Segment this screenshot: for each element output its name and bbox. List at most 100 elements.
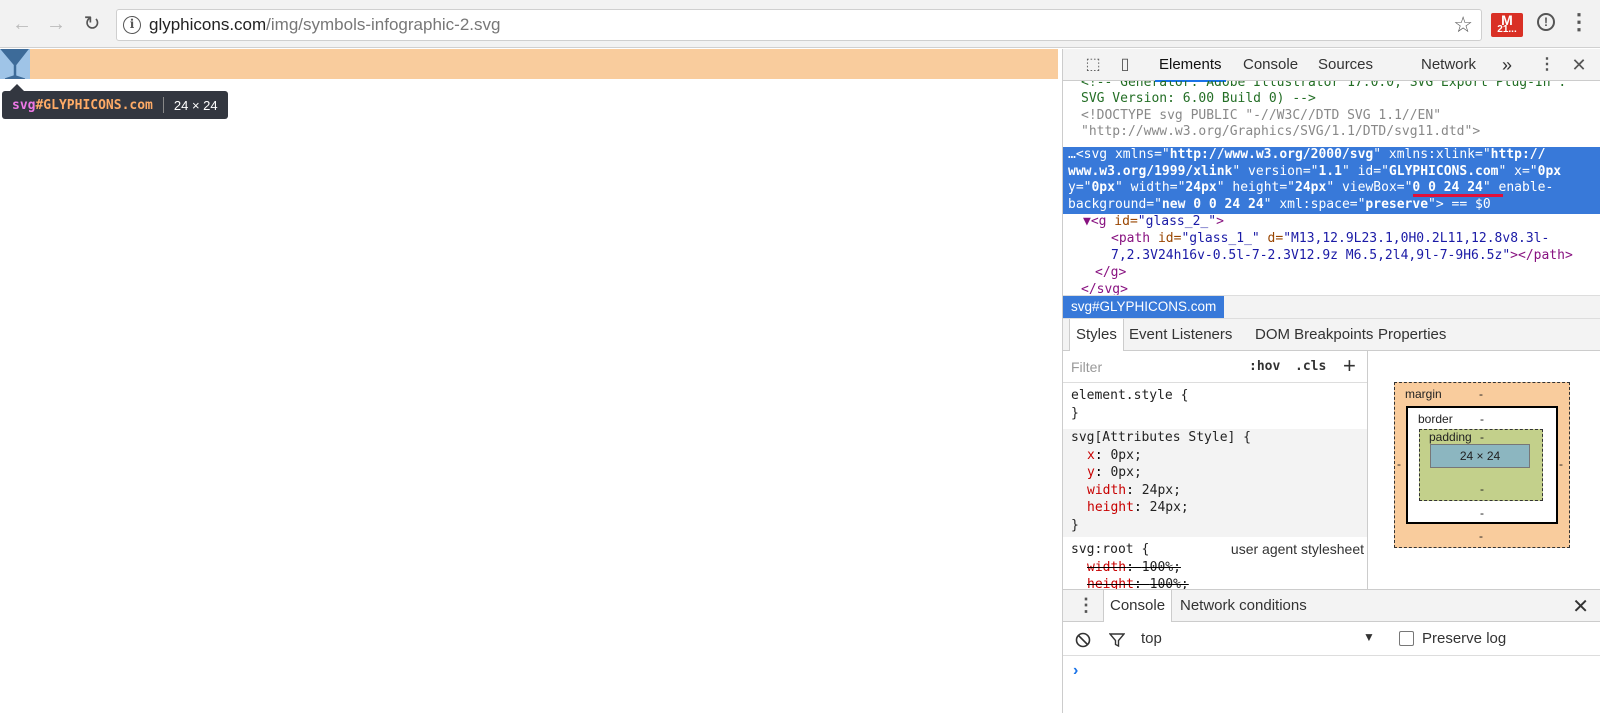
tooltip-separator xyxy=(162,97,164,113)
path-close-tag: ></path> xyxy=(1510,248,1573,263)
box-model-padding[interactable]: padding - - 24 × 24 xyxy=(1419,429,1543,501)
drawer-kebab-icon[interactable]: ⋮ xyxy=(1077,595,1095,616)
devtools-toolbar: ⬚ ▯ Elements Console Sources Network » ⋮… xyxy=(1063,49,1600,82)
kebab-icon[interactable]: ⋮ xyxy=(1568,11,1590,33)
margin-label: margin xyxy=(1405,387,1442,401)
decl-x-prop: x xyxy=(1087,447,1095,463)
decl-width2-value: 100%; xyxy=(1141,559,1181,575)
decl-height-struck[interactable]: height: 100%; xyxy=(1071,576,1367,589)
padding-bottom-value[interactable]: - xyxy=(1480,482,1484,496)
box-model-border[interactable]: border - - padding - - 24 × 24 xyxy=(1406,406,1558,524)
comment-line-1[interactable]: <!-- Generator: Adobe Illustrator 17.0.0… xyxy=(1081,81,1566,92)
element-style-rule[interactable]: element.style { } xyxy=(1063,387,1367,422)
forward-icon[interactable]: → xyxy=(44,12,68,36)
path-node-line-1[interactable]: <path id="glass_1_" d="M13,12.9L23.1,0H0… xyxy=(1111,231,1549,248)
decl-x[interactable]: x: 0px; xyxy=(1071,447,1367,465)
margin-bottom-value[interactable]: - xyxy=(1479,529,1483,543)
reload-icon[interactable]: ↻ xyxy=(80,12,104,36)
preserve-log-checkbox[interactable] xyxy=(1399,631,1414,646)
clear-console-icon[interactable] xyxy=(1075,632,1091,648)
path-node-line-2[interactable]: 7,2.3V24h16v-0.5l-7-2.3V12.9z M6.5,2l4,9… xyxy=(1111,248,1573,265)
close-drawer-icon[interactable]: ✕ xyxy=(1572,594,1589,619)
path-tag: <path xyxy=(1111,231,1151,246)
x-attr: " x=" xyxy=(1498,163,1538,179)
cls-toggle[interactable]: .cls xyxy=(1295,359,1326,374)
box-model-content[interactable]: 24 × 24 xyxy=(1430,444,1530,468)
g-node[interactable]: ▼<g id="glass_2_"> xyxy=(1083,214,1224,231)
elements-tree: <!-- Generator: Adobe Illustrator 17.0.0… xyxy=(1063,81,1600,295)
border-bottom-value[interactable]: - xyxy=(1480,506,1484,520)
tab-network[interactable]: Network xyxy=(1421,49,1476,81)
path-d-value: "M13,12.9L23.1,0H0.2L11,12.8v8.3l- xyxy=(1283,231,1550,246)
devtools-kebab-icon[interactable]: ⋮ xyxy=(1537,55,1557,75)
new-rule-icon[interactable]: + xyxy=(1343,353,1356,379)
tab-dom-breakpoints[interactable]: DOM Breakpoints xyxy=(1255,319,1373,351)
xmlspace-attr: " xml:space=" xyxy=(1263,196,1366,212)
svg-close[interactable]: </svg> xyxy=(1081,282,1128,295)
rule-close-brace: } xyxy=(1071,517,1079,533)
console-prompt[interactable]: › xyxy=(1073,662,1078,680)
back-icon[interactable]: ← xyxy=(10,12,34,36)
decl-width-struck[interactable]: width: 100%; xyxy=(1071,559,1367,577)
width-value: 24px xyxy=(1185,180,1217,196)
decl-y[interactable]: y: 0px; xyxy=(1071,464,1367,482)
address-bar[interactable]: i glyphicons.com/img/symbols-infographic… xyxy=(116,9,1482,41)
tooltip-id: #GLYPHICONS.com xyxy=(35,97,153,113)
gmail-icon[interactable]: M 21... xyxy=(1491,12,1523,37)
decl-y-value: 0px; xyxy=(1110,465,1142,480)
context-selector[interactable]: top xyxy=(1141,630,1162,647)
xmlns-value: http://www.w3.org/2000/svg xyxy=(1169,147,1374,162)
viewbox-attr: " viewBox=" xyxy=(1326,180,1413,196)
tab-console[interactable]: Console xyxy=(1243,49,1298,81)
tab-elements[interactable]: Elements xyxy=(1155,49,1226,82)
tab-sources[interactable]: Sources xyxy=(1318,49,1373,81)
drawer-tab-console[interactable]: Console xyxy=(1103,590,1173,622)
y-value: 0px xyxy=(1091,180,1115,196)
enable-attr: " enable- xyxy=(1482,180,1554,196)
tab-properties[interactable]: Properties xyxy=(1378,319,1446,351)
hov-toggle[interactable]: :hov xyxy=(1249,359,1280,374)
tooltip-tag: svg xyxy=(12,97,36,113)
more-tabs-icon[interactable]: » xyxy=(1502,49,1512,81)
star-icon[interactable]: ☆ xyxy=(1453,12,1473,38)
url-domain: glyphicons.com xyxy=(149,15,267,34)
height-attr: " height=" xyxy=(1216,180,1296,196)
decl-width[interactable]: width: 24px; xyxy=(1071,482,1367,500)
filter-input[interactable]: Filter xyxy=(1071,359,1102,375)
g-close[interactable]: </g> xyxy=(1095,265,1126,282)
tab-styles[interactable]: Styles xyxy=(1069,319,1124,351)
decl-x-value: 0px; xyxy=(1110,447,1142,463)
margin-right-value[interactable]: - xyxy=(1559,457,1563,471)
close-devtools-icon[interactable]: ✕ xyxy=(1569,55,1589,75)
doctype-line-2[interactable]: "http://www.w3.org/Graphics/SVG/1.1/DTD/… xyxy=(1081,124,1480,141)
inspect-cursor-icon[interactable]: ⬚ xyxy=(1083,55,1103,75)
selected-svg-node[interactable]: …<svg xmlns="http://www.w3.org/2000/svg"… xyxy=(1063,147,1600,214)
filter-icon[interactable] xyxy=(1109,632,1125,648)
xlink-value-start: http:// xyxy=(1490,147,1546,162)
svg-open: …<svg xmlns=" xyxy=(1068,147,1170,162)
border-top-value[interactable]: - xyxy=(1480,412,1484,426)
comment-line-2[interactable]: SVG Version: 6.00 Build 0) --> xyxy=(1081,91,1316,108)
y-attr: y=" xyxy=(1068,180,1092,196)
device-toggle-icon[interactable]: ▯ xyxy=(1115,55,1135,75)
doctype-line-1[interactable]: <!DOCTYPE svg PUBLIC "-//W3C//DTD SVG 1.… xyxy=(1081,108,1441,125)
inspect-tooltip: svg #GLYPHICONS.com 24 × 24 xyxy=(2,91,228,119)
context-dropdown-icon[interactable]: ▼ xyxy=(1363,630,1375,644)
root-ua-rule[interactable]: svg:root {user agent stylesheet width: 1… xyxy=(1063,541,1367,589)
viewbox-value: 0 0 24 24 xyxy=(1412,180,1483,196)
box-model-margin[interactable]: margin - - - - border - - padding - - 24… xyxy=(1394,382,1570,548)
decl-height[interactable]: height: 24px; xyxy=(1071,499,1367,517)
xmlns-xlink-attr: " xmlns:xlink=" xyxy=(1373,147,1491,162)
url-text[interactable]: glyphicons.com/img/symbols-infographic-2… xyxy=(149,15,500,35)
breadcrumb-item[interactable]: svg#GLYPHICONS.com xyxy=(1063,296,1225,318)
margin-left-value[interactable]: - xyxy=(1397,457,1401,471)
extension-icon[interactable]: ! xyxy=(1537,13,1555,31)
drawer-tab-network-conditions[interactable]: Network conditions xyxy=(1180,590,1307,622)
console-toolbar: top ▼ Preserve log xyxy=(1063,622,1600,656)
console-drawer: ⋮ Console Network conditions ✕ top ▼ Pre… xyxy=(1063,589,1600,713)
tab-event-listeners[interactable]: Event Listeners xyxy=(1129,319,1232,351)
margin-top-value[interactable]: - xyxy=(1479,387,1483,401)
info-icon[interactable]: i xyxy=(123,16,141,34)
attributes-style-rule[interactable]: svg[Attributes Style] { x: 0px; y: 0px; … xyxy=(1063,429,1367,537)
padding-top-value[interactable]: - xyxy=(1480,430,1484,444)
